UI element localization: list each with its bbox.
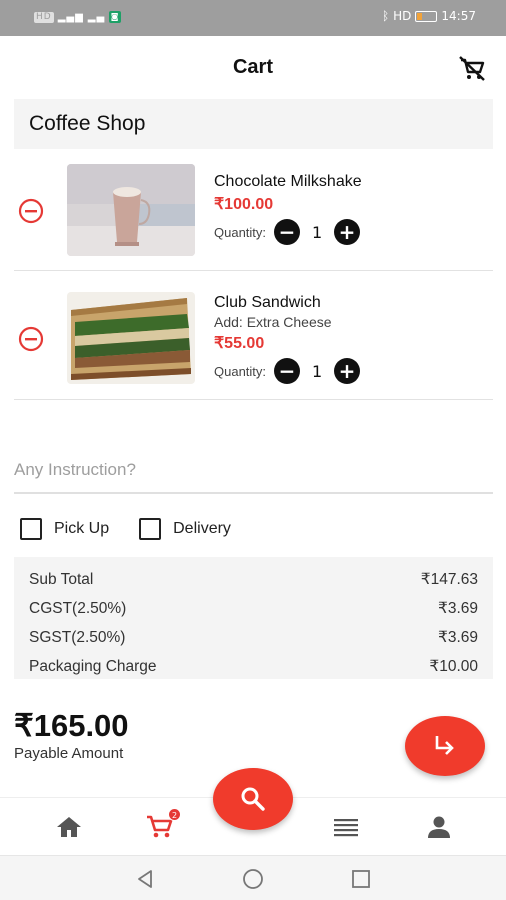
quantity-stepper: Quantity: − 1 + [214,358,361,384]
summary-label: SGST(2.50%) [29,628,126,646]
item-price: ₹55.00 [214,335,265,352]
battery-icon [415,10,438,22]
search-icon [241,787,265,811]
payable-amount: ₹165.00 [14,708,129,743]
order-type-options: Pick Up Delivery [20,518,261,540]
delivery-label: Delivery [173,520,231,537]
delivery-option[interactable]: Delivery [139,518,231,540]
status-left-icons: HD ▂▄▆ ▂▄ ◙ [34,11,122,23]
cart-item: Chocolate Milkshake ₹100.00 Quantity: − … [14,150,493,271]
bluetooth-icon: ᛒ [381,9,390,23]
status-time: 14:57 [441,9,476,23]
item-info: Club Sandwich Add: Extra Cheese ₹55.00 Q… [214,294,361,384]
summary-label: Sub Total [29,570,94,588]
checkout-button[interactable] [405,716,485,776]
cart-nav-item[interactable]: 2 [145,808,181,840]
page-title: Cart [232,56,273,78]
shop-name: Coffee Shop [29,112,146,135]
signal-icon-2: ▂▄ [87,11,106,23]
payable-label: Payable Amount [14,745,124,762]
item-addon: Add: Extra Cheese [214,314,332,330]
summary-value: ₹3.69 [437,600,478,617]
system-nav-bar [0,855,506,900]
search-button[interactable] [213,768,293,830]
notification-icon: ◙ [109,11,122,23]
remove-item-icon[interactable] [18,198,44,224]
home-icon[interactable] [54,814,84,840]
clear-cart-icon[interactable] [458,56,486,82]
item-info: Chocolate Milkshake ₹100.00 Quantity: − … [214,173,362,245]
milkshake-image [67,164,195,256]
quantity-label: Quantity: [214,363,267,379]
summary-row: CGST(2.50%) ₹3.69 [29,594,478,623]
hd-icon: HD [34,11,54,23]
summary-row: SGST(2.50%) ₹3.69 [29,623,478,652]
signal-icon: ▂▄▆ [57,11,84,23]
proceed-arrow-icon [435,736,454,755]
profile-icon[interactable] [424,814,454,840]
recents-icon[interactable] [350,868,372,890]
top-bar: Cart [0,36,506,98]
quantity-stepper: Quantity: − 1 + [214,219,362,245]
pickup-checkbox[interactable] [20,518,42,540]
summary-label: Packaging Charge [29,657,157,675]
back-icon[interactable] [134,868,156,890]
increase-quantity-button[interactable]: + [334,219,361,245]
decrease-quantity-button[interactable]: − [274,219,301,245]
summary-value: ₹3.69 [437,629,478,646]
sandwich-image [67,292,195,384]
quantity-label: Quantity: [214,224,267,240]
hd-icon-right: HD [393,9,412,23]
summary-row: Sub Total ₹147.63 [29,565,478,594]
cart-badge: 2 [168,808,181,821]
home-system-icon[interactable] [242,868,264,890]
item-price: ₹100.00 [214,196,274,213]
quantity-value: 1 [311,361,323,381]
increase-quantity-button[interactable]: + [334,358,361,384]
summary-value: ₹147.63 [420,571,478,588]
cart-item: Club Sandwich Add: Extra Cheese ₹55.00 Q… [14,271,493,400]
bill-summary: Sub Total ₹147.63 CGST(2.50%) ₹3.69 SGST… [14,557,493,679]
summary-value: ₹10.00 [429,658,478,675]
remove-item-icon[interactable] [18,326,44,352]
pickup-label: Pick Up [54,520,110,537]
delivery-checkbox[interactable] [139,518,162,540]
shop-header: Coffee Shop [14,99,493,149]
menu-list-icon[interactable] [331,814,361,840]
decrease-quantity-button[interactable]: − [274,358,301,384]
summary-label: CGST(2.50%) [29,599,127,617]
quantity-value: 1 [311,222,323,242]
item-name: Club Sandwich [214,294,321,311]
pickup-option[interactable]: Pick Up [20,518,109,540]
status-right-icons: ᛒ HD 14:57 [382,9,476,23]
status-bar: HD ▂▄▆ ▂▄ ◙ ᛒ HD 14:57 [0,0,506,36]
instruction-input[interactable] [14,442,493,494]
summary-row: Packaging Charge ₹10.00 [29,652,478,681]
item-name: Chocolate Milkshake [214,173,362,190]
